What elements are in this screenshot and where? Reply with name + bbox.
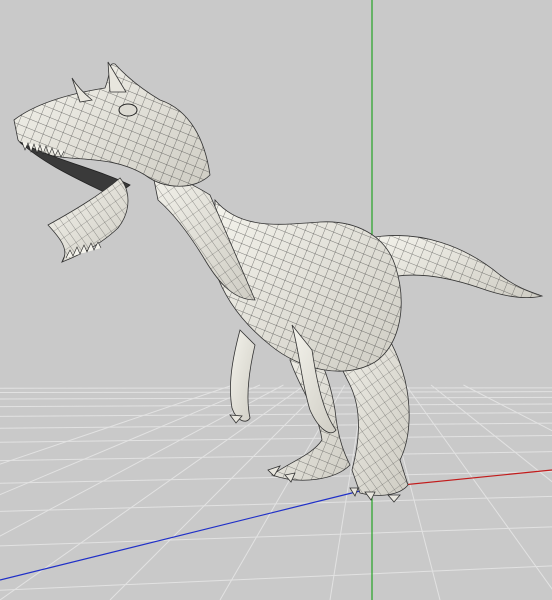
viewport-canvas[interactable] xyxy=(0,0,552,600)
dinosaur-eye xyxy=(118,103,138,117)
3d-viewport[interactable] xyxy=(0,0,552,600)
